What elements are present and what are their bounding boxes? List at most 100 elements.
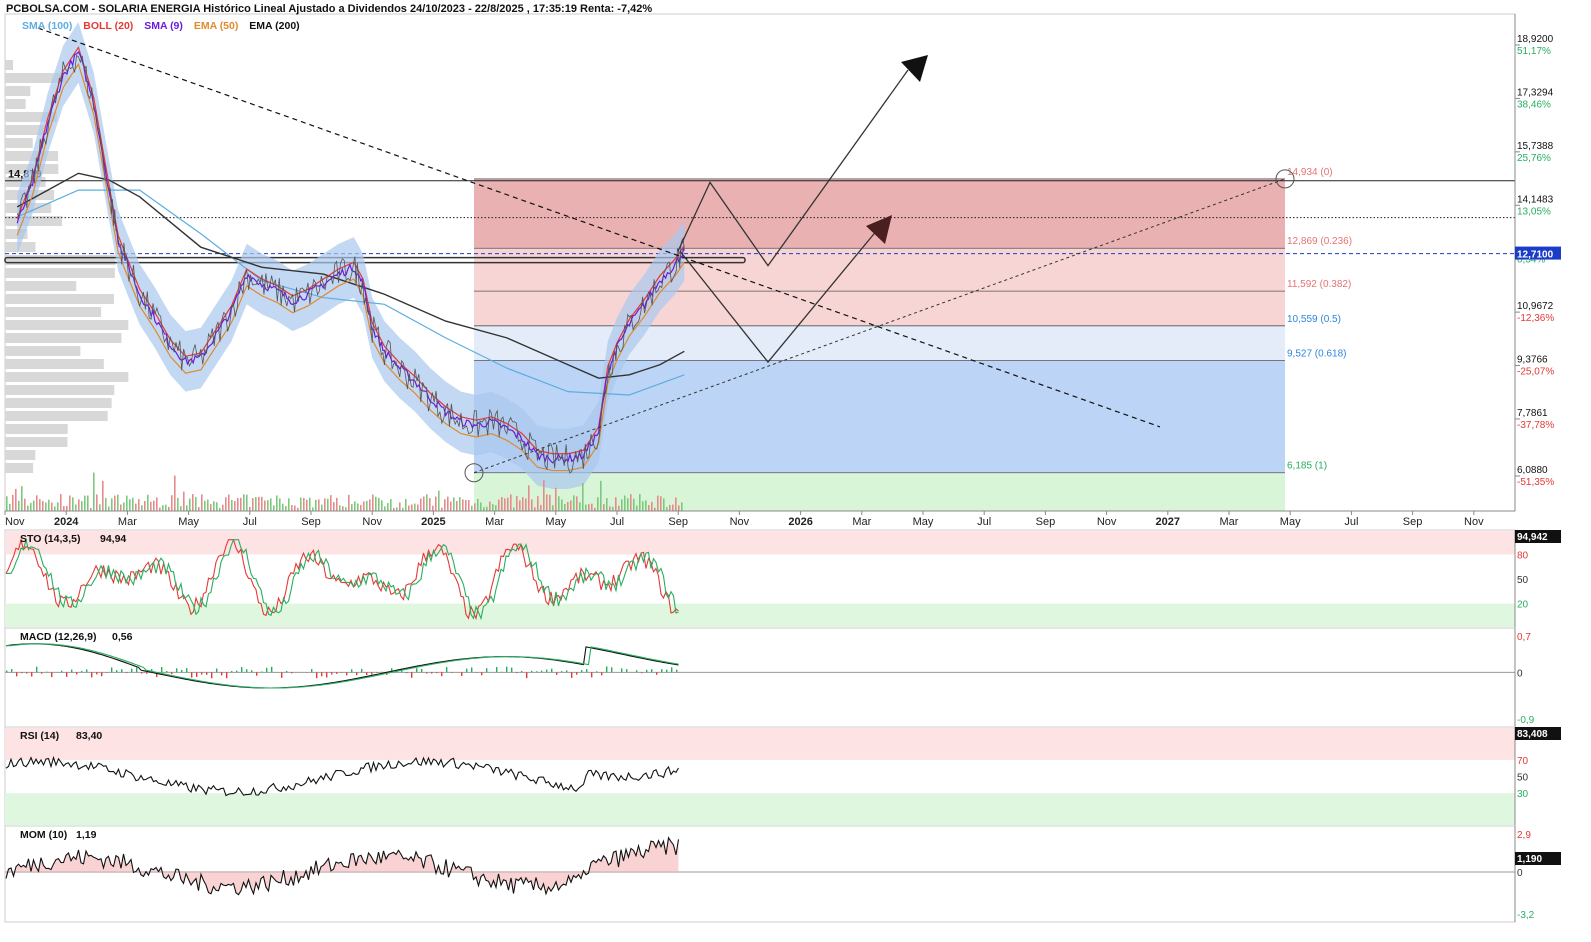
macd-histogram-bar xyxy=(66,672,68,677)
volume-bar xyxy=(570,500,572,511)
volume-bar xyxy=(285,506,287,511)
volume-bar xyxy=(291,505,293,511)
volume-bar xyxy=(294,505,296,511)
macd-histogram-bar xyxy=(211,672,213,679)
volume-bar xyxy=(195,497,197,511)
pct-tick-label: -51,35% xyxy=(1517,477,1554,488)
volume-bar xyxy=(621,499,623,511)
time-tick-label: Jul xyxy=(1344,516,1358,528)
volume-bar xyxy=(69,495,71,511)
volume-bar xyxy=(453,497,455,511)
price-tick-label: 10,9672 xyxy=(1517,301,1554,312)
macd-histogram-bar xyxy=(461,672,463,676)
volume-bar xyxy=(234,501,236,511)
volume-bar xyxy=(627,498,629,511)
volume-profile-bar xyxy=(5,86,31,96)
legend-ema50: EMA (50) xyxy=(193,20,239,32)
volume-profile-bar xyxy=(5,255,116,265)
price-tick-label: 15,7388 xyxy=(1517,141,1554,152)
volume-bar xyxy=(405,499,407,511)
volume-bar xyxy=(459,497,461,511)
volume-bar xyxy=(600,480,602,511)
volume-bar xyxy=(642,501,644,511)
volume-bar xyxy=(624,495,626,511)
macd-histogram-bar xyxy=(561,671,563,673)
price-tick-label: 6,0880 xyxy=(1517,465,1548,476)
volume-bar xyxy=(279,498,281,511)
volume-bar xyxy=(30,502,32,511)
pct-tick-label: 25,76% xyxy=(1517,153,1551,164)
legend-sma9: SMA (9) xyxy=(144,20,183,32)
volume-bar xyxy=(519,500,521,511)
sto-overbought-zone xyxy=(5,531,1515,555)
macd-histogram-bar xyxy=(86,669,88,673)
macd-histogram-bar xyxy=(466,668,468,673)
time-tick-label: Mar xyxy=(852,516,871,528)
macd-histogram-bar xyxy=(36,666,38,673)
volume-bar xyxy=(174,475,176,511)
volume-bar xyxy=(123,502,125,511)
macd-histogram-bar xyxy=(671,667,673,673)
volume-profile-bar xyxy=(5,320,129,330)
volume-bar xyxy=(558,496,560,511)
macd-histogram-bar xyxy=(61,670,63,673)
volume-bar xyxy=(648,505,650,511)
macd-histogram-bar xyxy=(676,669,678,673)
volume-profile-bar xyxy=(5,60,14,70)
time-tick-label: Sep xyxy=(301,516,321,528)
volume-bar xyxy=(309,497,311,511)
volume-bar xyxy=(12,494,14,511)
fib-label: 9,527 (0.618) xyxy=(1287,348,1347,359)
macd-histogram-bar xyxy=(471,667,473,673)
volume-bar xyxy=(162,505,164,511)
macd-histogram-bar xyxy=(316,672,318,679)
volume-bar xyxy=(474,503,476,511)
volume-bar xyxy=(321,504,323,511)
volume-bar xyxy=(510,494,512,511)
macd-histogram-bar xyxy=(171,672,173,675)
volume-bar xyxy=(363,501,365,511)
macd-histogram-bar xyxy=(256,672,258,676)
volume-profile-bar xyxy=(5,294,115,304)
volume-bar xyxy=(324,498,326,511)
macd-histogram-bar xyxy=(511,667,513,673)
volume-bar xyxy=(255,496,257,511)
time-tick-label: 2027 xyxy=(1156,516,1180,528)
volume-profile-bar xyxy=(5,372,129,382)
volume-bar xyxy=(240,497,242,511)
macd-histogram-bar xyxy=(26,672,28,674)
volume-bar xyxy=(144,501,146,511)
volume-bar xyxy=(435,496,437,511)
volume-bar xyxy=(579,502,581,511)
volume-bar xyxy=(483,507,485,511)
rsi-label: RSI (14) xyxy=(20,730,59,742)
volume-bar xyxy=(87,495,89,511)
macd-histogram-bar xyxy=(46,671,48,673)
macd-histogram-bar xyxy=(606,666,608,673)
macd-histogram-bar xyxy=(281,672,283,678)
mom-box-label: 1,190 xyxy=(1517,854,1542,865)
volume-bar xyxy=(18,500,20,511)
volume-bar xyxy=(426,494,428,511)
volume-bar xyxy=(24,498,26,511)
volume-bar xyxy=(345,507,347,511)
pct-tick-label: 13,05% xyxy=(1517,206,1551,217)
volume-bar xyxy=(675,497,677,511)
macd-histogram-bar xyxy=(436,672,438,674)
sto-label: STO (14,3,5) xyxy=(20,533,81,545)
volume-bar xyxy=(276,495,278,511)
volume-bar xyxy=(525,498,527,511)
volume-bar xyxy=(492,504,494,511)
time-tick-label: May xyxy=(178,516,199,528)
macd-histogram-bar xyxy=(206,672,208,675)
macd-histogram-bar xyxy=(621,668,623,673)
sto-oversold-zone xyxy=(5,603,1515,627)
sto-tick-label: 50 xyxy=(1517,575,1529,586)
volume-bar xyxy=(273,505,275,511)
volume-bar xyxy=(552,505,554,511)
volume-bar xyxy=(210,504,212,511)
volume-bar xyxy=(666,507,668,511)
mom-tick-label: -3,2 xyxy=(1517,910,1535,921)
macd-histogram-bar xyxy=(181,669,183,673)
volume-bar xyxy=(678,505,680,511)
